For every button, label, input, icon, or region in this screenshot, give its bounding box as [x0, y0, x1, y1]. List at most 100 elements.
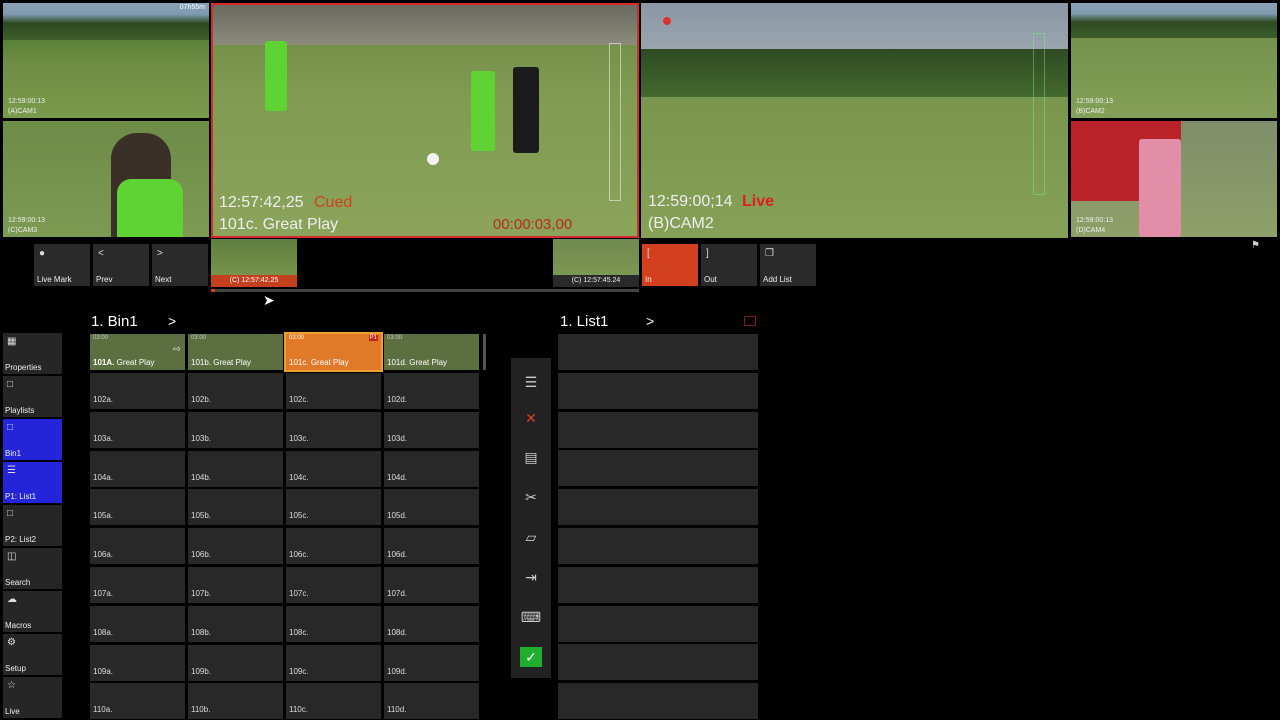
bin-cell[interactable]: 107b.	[188, 567, 283, 603]
sidebar-item-setup[interactable]: ⚙ Setup	[3, 634, 62, 675]
chevron-right-icon[interactable]: >	[168, 313, 176, 329]
bin-cell[interactable]: 104d.	[384, 450, 479, 487]
camera-tile-cam4[interactable]: 12:59:00:13 (D)CAM4	[1071, 121, 1277, 237]
clip-scrub-bar[interactable]	[211, 289, 639, 292]
bin-cell[interactable]: 110d.	[384, 683, 479, 720]
bin-cell[interactable]: 109d.	[384, 644, 479, 681]
sidebar-item-bin1[interactable]: □ Bin1	[3, 419, 62, 460]
sidebar-item-macros[interactable]: ☁ Macros	[3, 591, 62, 632]
bin-cell[interactable]: 105d.	[384, 489, 479, 526]
list-slot[interactable]	[558, 566, 758, 603]
cued-status: Cued	[314, 194, 353, 211]
list-title: 1. List1	[560, 313, 609, 330]
keyboard-icon[interactable]: ⌨	[515, 601, 547, 633]
bin-cell[interactable]: 106b.	[188, 528, 283, 565]
confirm-button[interactable]: ✓	[515, 641, 547, 673]
list-slot[interactable]	[558, 528, 758, 564]
bin-cell[interactable]: 108c.	[286, 605, 381, 642]
copy-icon[interactable]: ▤	[515, 441, 547, 473]
bin-cell[interactable]: 108a.	[90, 605, 185, 642]
sidebar-item-list1[interactable]: ☰ P1: List1	[3, 462, 62, 503]
sidebar-item-live[interactable]: ☆ Live	[3, 677, 62, 718]
video-background	[213, 5, 637, 45]
list-slot[interactable]	[558, 644, 758, 681]
bin-cell[interactable]: 104b.	[188, 450, 283, 487]
bin-cell[interactable]: 103c.	[286, 411, 381, 448]
clip-101b[interactable]: 03:00 101b. Great Play	[188, 334, 283, 370]
list-slot[interactable]	[558, 372, 758, 409]
list-slot[interactable]	[558, 334, 758, 370]
bin-cell[interactable]: 109a.	[90, 644, 185, 681]
paste-icon[interactable]: ▱	[515, 521, 547, 553]
program-monitor[interactable]: 12:59:00;14 Live (B)CAM2	[641, 3, 1068, 238]
clip-101c[interactable]: 03:00 P1 101c. Great Play	[284, 332, 383, 372]
bin-cell[interactable]: 106c.	[286, 528, 381, 565]
bin-cell[interactable]: 103d.	[384, 411, 479, 448]
bin-cell[interactable]: 105a.	[90, 489, 185, 526]
bin-cell[interactable]: 107d.	[384, 567, 479, 603]
search-icon: ◫	[7, 551, 17, 562]
bin-scrollbar[interactable]	[483, 334, 486, 370]
add-list-button[interactable]: ❐ Add List	[760, 244, 816, 286]
list-slot[interactable]	[558, 489, 758, 526]
clip-101d[interactable]: 03:00 101d. Great Play	[384, 334, 479, 370]
bin-cell[interactable]: 106a.	[90, 528, 185, 565]
list-slot[interactable]	[558, 605, 758, 642]
prev-button[interactable]: < Prev	[93, 244, 149, 286]
bin-cell[interactable]: 106d.	[384, 528, 479, 565]
bin-cell[interactable]: 108d.	[384, 605, 479, 642]
delete-icon[interactable]: ✕	[515, 402, 547, 434]
bin-cell[interactable]: 108b.	[188, 605, 283, 642]
bin-cell[interactable]: 104a.	[90, 450, 185, 487]
sidebar-item-playlists[interactable]: □ Playlists	[3, 376, 62, 417]
out-point-thumbnail[interactable]: (C) 12:57:45.24	[553, 239, 639, 287]
next-button[interactable]: > Next	[152, 244, 208, 286]
list-slot[interactable]	[558, 411, 758, 448]
bracket-close-icon: ]	[706, 248, 709, 259]
chevron-left-icon: <	[98, 248, 104, 259]
pin-icon[interactable]: ⚑	[1251, 240, 1260, 251]
live-mark-button[interactable]: ● Live Mark	[34, 244, 90, 286]
list-record-icon[interactable]	[744, 316, 756, 326]
bin-cell[interactable]: 110c.	[286, 683, 381, 720]
in-point-thumbnail[interactable]: (C) 12:57:42.25	[211, 239, 297, 287]
bin-cell[interactable]: 103b.	[188, 411, 283, 448]
bin-cell[interactable]: 102d.	[384, 373, 479, 409]
trees	[641, 49, 1068, 97]
camera-tile-cam3[interactable]: 12:59:00:13 (C)CAM3	[3, 121, 209, 237]
bin-cell[interactable]: 110b.	[188, 683, 283, 720]
list-slot[interactable]	[558, 683, 758, 720]
mouse-cursor-icon: ➤	[263, 292, 275, 308]
preview-timecode: 12:57:42,25	[219, 194, 304, 211]
out-button[interactable]: ] Out	[701, 244, 757, 286]
bin-cell[interactable]: 104c.	[286, 450, 381, 487]
insert-icon[interactable]: ⇥	[515, 561, 547, 593]
bin-cell[interactable]: 107a.	[90, 567, 185, 603]
camera-tile-cam1[interactable]: 07h55m 12:59:00:13 (A)CAM1	[3, 3, 209, 118]
sidebar-item-properties[interactable]: ▦ Properties	[3, 333, 62, 374]
square-icon: □	[7, 422, 14, 433]
bin-cell[interactable]: 109b.	[188, 644, 283, 681]
square-icon: □	[7, 379, 14, 390]
bin-cell[interactable]: 105c.	[286, 489, 381, 526]
bin-cell[interactable]: 109c.	[286, 644, 381, 681]
sidebar-item-search[interactable]: ◫ Search	[3, 548, 62, 589]
clip-101a[interactable]: 03:00 ⇨ 101A. Great Play	[90, 334, 185, 370]
camera-tile-cam2[interactable]: 12:59:00:13 (B)CAM2	[1071, 3, 1277, 118]
bin-cell[interactable]: 102c.	[286, 373, 381, 409]
bin-cell[interactable]: 107c.	[286, 567, 381, 603]
bin-cell[interactable]: 102a.	[90, 373, 185, 409]
in-button[interactable]: [ In	[642, 244, 698, 286]
bin-cell[interactable]: 105b.	[188, 489, 283, 526]
sidebar-item-list2[interactable]: □ P2: List2	[3, 505, 62, 546]
sky	[641, 3, 1068, 51]
bin-cell[interactable]: 102b.	[188, 373, 283, 409]
cut-icon[interactable]: ✂	[515, 481, 547, 513]
preview-monitor[interactable]: 12:57:42,25 Cued 101c. Great Play 00:00:…	[211, 3, 639, 238]
bin-cell[interactable]: 103a.	[90, 411, 185, 448]
document-icon: ▦	[7, 336, 17, 347]
list-slot[interactable]	[558, 450, 758, 487]
menu-icon[interactable]: ☰	[515, 366, 547, 398]
bin-cell[interactable]: 110a.	[90, 683, 185, 720]
chevron-right-icon[interactable]: >	[646, 313, 654, 329]
